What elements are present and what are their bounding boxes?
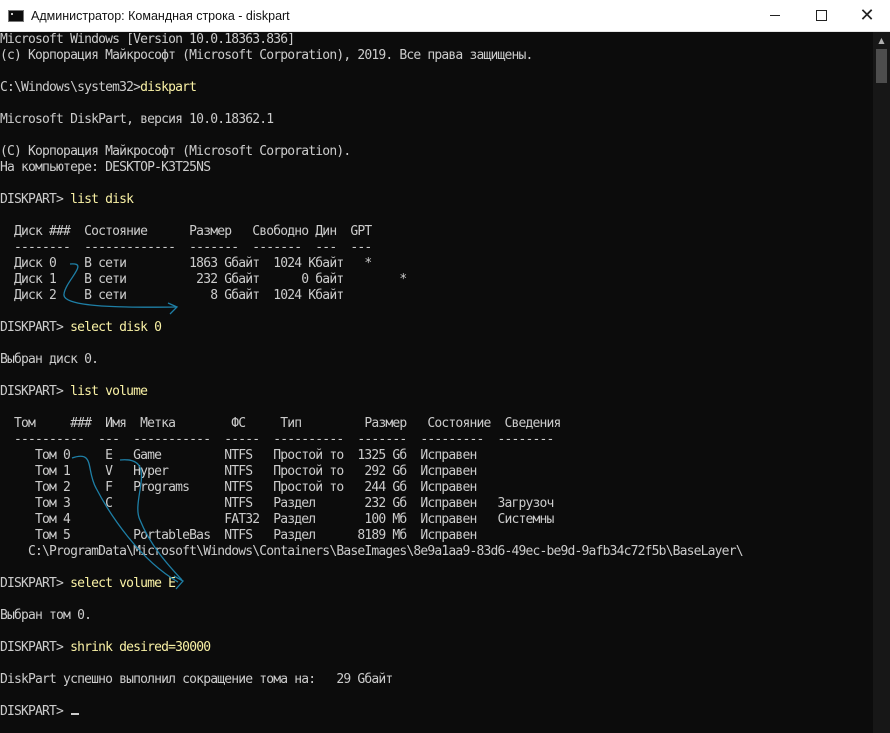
close-icon: ✕ — [859, 4, 875, 26]
console-text: Том ### Имя Метка ФС Тип Размер Состояни… — [0, 416, 561, 431]
close-button[interactable]: ✕ — [844, 0, 890, 31]
console-text: C:\ProgramData\Microsoft\Windows\Contain… — [0, 544, 744, 559]
console-line: Выбран том 0. — [0, 608, 873, 624]
console-command: list volume — [70, 384, 148, 399]
window-controls: ✕ — [752, 0, 890, 31]
console-text: Том 4 FAT32 Раздел 100 Мб Исправен Систе… — [0, 512, 554, 527]
console-line: Microsoft DiskPart, версия 10.0.18362.1 — [0, 112, 873, 128]
console-text: Диск 0 В сети 1863 Gбайт 1024 Kбайт * — [0, 256, 372, 271]
console-text: DISKPART> — [0, 384, 71, 399]
console-line: Том 1 V Hyper NTFS Простой то 292 Gб Исп… — [0, 464, 873, 480]
console-text: DISKPART> — [0, 192, 71, 207]
console-text: Диск 1 В сети 232 Gбайт 0 байт * — [0, 272, 407, 287]
text-cursor — [71, 713, 80, 715]
console-line: Диск 1 В сети 232 Gбайт 0 байт * — [0, 272, 873, 288]
console-text: DISKPART> — [0, 704, 71, 719]
minimize-icon — [770, 15, 780, 16]
console-line: (С) Корпорация Майкрософт (Microsoft Cor… — [0, 144, 873, 160]
console-line: DiskPart успешно выполнил сокращение том… — [0, 672, 873, 688]
console-command: select disk 0 — [70, 320, 162, 335]
console-icon — [8, 9, 24, 22]
console-text: DISKPART> — [0, 320, 71, 335]
title-bar[interactable]: Администратор: Командная строка - diskpa… — [0, 0, 890, 32]
console-text: Том 1 V Hyper NTFS Простой то 292 Gб Исп… — [0, 464, 477, 479]
console-text: ---------- --- ----------- ----- -------… — [0, 432, 554, 447]
console-output[interactable]: Microsoft Windows [Version 10.0.18363.83… — [0, 32, 873, 733]
console-line: Том ### Имя Метка ФС Тип Размер Состояни… — [0, 416, 873, 432]
console-line: Том 2 F Programs NTFS Простой то 244 Gб … — [0, 480, 873, 496]
console-text: DiskPart успешно выполнил сокращение том… — [0, 672, 393, 687]
console-text: (c) Корпорация Майкрософт (Microsoft Cor… — [0, 48, 533, 63]
console-line: Том 3 C NTFS Раздел 232 Gб Исправен Загр… — [0, 496, 873, 512]
console-line: DISKPART> list disk — [0, 192, 873, 208]
console-command: shrink desired=30000 — [70, 640, 211, 655]
console-line: Том 0 E Game NTFS Простой то 1325 Gб Исп… — [0, 448, 873, 464]
console-line: Том 4 FAT32 Раздел 100 Мб Исправен Систе… — [0, 512, 873, 528]
console-text: DISKPART> — [0, 576, 71, 591]
console-text: DISKPART> — [0, 640, 71, 655]
console-line: Диск 0 В сети 1863 Gбайт 1024 Kбайт * — [0, 256, 873, 272]
console-line: (c) Корпорация Майкрософт (Microsoft Cor… — [0, 48, 873, 64]
console-command: select volume E — [70, 576, 176, 591]
window-title: Администратор: Командная строка - diskpa… — [31, 8, 290, 23]
console-text: Microsoft DiskPart, версия 10.0.18362.1 — [0, 112, 274, 127]
console-text: Том 0 E Game NTFS Простой то 1325 Gб Исп… — [0, 448, 477, 463]
console-text: Том 5 PortableBas NTFS Раздел 8189 Мб Ис… — [0, 528, 477, 543]
console-line: На компьютере: DESKTOP-K3T25NS — [0, 160, 873, 176]
console-text: -------- ------------- ------- ------- -… — [0, 240, 372, 255]
console-text: На компьютере: DESKTOP-K3T25NS — [0, 160, 211, 175]
scroll-up-arrow-icon[interactable]: ▲ — [873, 32, 890, 49]
console-text: (С) Корпорация Майкрософт (Microsoft Cor… — [0, 144, 351, 159]
scrollbar-thumb[interactable] — [876, 49, 887, 83]
console-text: Выбран диск 0. — [0, 352, 99, 367]
console-text: Выбран том 0. — [0, 608, 92, 623]
console-text: Диск 2 В сети 8 Gбайт 1024 Kбайт — [0, 288, 344, 303]
console-line: DISKPART> list volume — [0, 384, 873, 400]
console-text: Том 3 C NTFS Раздел 232 Gб Исправен Загр… — [0, 496, 554, 511]
console-line: DISKPART> select volume E — [0, 576, 873, 592]
console-line: -------- ------------- ------- ------- -… — [0, 240, 873, 256]
console-line: DISKPART> — [0, 704, 873, 720]
console-line: Выбран диск 0. — [0, 352, 873, 368]
console-command: diskpart — [140, 80, 197, 95]
console-line: DISKPART> shrink desired=30000 — [0, 640, 873, 656]
console-line: Диск ### Состояние Размер Свободно Дин G… — [0, 224, 873, 240]
console-text: Microsoft Windows [Version 10.0.18363.83… — [0, 32, 295, 47]
maximize-icon — [815, 10, 827, 21]
console-line: C:\Windows\system32>diskpart — [0, 80, 873, 96]
console-text: C:\Windows\system32> — [0, 80, 141, 95]
console-text: Диск ### Состояние Размер Свободно Дин G… — [0, 224, 372, 239]
console-line: DISKPART> select disk 0 — [0, 320, 873, 336]
minimize-button[interactable] — [752, 0, 798, 31]
vertical-scrollbar[interactable]: ▲ — [873, 32, 890, 733]
console-line: Том 5 PortableBas NTFS Раздел 8189 Мб Ис… — [0, 528, 873, 544]
console-line: Диск 2 В сети 8 Gбайт 1024 Kбайт — [0, 288, 873, 304]
console-text: Том 2 F Programs NTFS Простой то 244 Gб … — [0, 480, 477, 495]
maximize-button[interactable] — [798, 0, 844, 31]
console-line: Microsoft Windows [Version 10.0.18363.83… — [0, 32, 873, 48]
console-line: ---------- --- ----------- ----- -------… — [0, 432, 873, 448]
console-command: list disk — [70, 192, 134, 207]
console-line: C:\ProgramData\Microsoft\Windows\Contain… — [0, 544, 873, 560]
